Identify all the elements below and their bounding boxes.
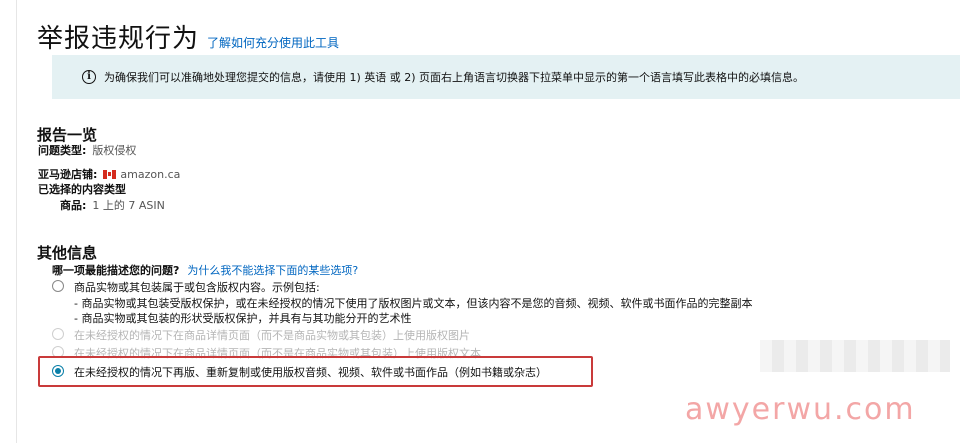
why-link[interactable]: 为什么我不能选择下面的某些选项?: [187, 264, 358, 277]
option-1-sub-1: - 商品实物或其包装受版权保护，或在未经授权的情况下使用了版权图片或文本，但该内…: [74, 297, 753, 310]
left-divider: [16, 0, 17, 443]
option-1-radio[interactable]: [52, 280, 64, 292]
info-banner-text: 为确保我们可以准确地处理您提交的信息，请使用 1) 英语 或 2) 页面右上角语…: [104, 71, 805, 84]
content-type-label: 已选择的内容类型: [38, 183, 126, 196]
issue-type-label: 问题类型:: [38, 144, 87, 157]
watermark: awyerwu.com: [685, 392, 916, 427]
info-banner: i 为确保我们可以准确地处理您提交的信息，请使用 1) 英语 或 2) 页面右上…: [52, 55, 960, 99]
option-1-sub-2: - 商品实物或其包装的形状受版权保护，并具有与其功能分开的艺术性: [74, 312, 412, 325]
highlight-box: [38, 356, 593, 387]
product-label: 商品:: [60, 199, 87, 212]
canada-flag-icon: [103, 170, 117, 179]
product-value: 1 上的 7 ASIN: [92, 199, 165, 212]
other-info-title: 其他信息: [37, 244, 98, 262]
page-title: 举报违规行为: [37, 24, 200, 54]
product-row: 商品: 1 上的 7 ASIN: [60, 197, 165, 213]
store-label: 亚马逊店铺:: [38, 168, 98, 181]
question-row: 哪一项最能描述您的问题? 为什么我不能选择下面的某些选项?: [52, 262, 358, 278]
report-violation-page: 举报违规行为 了解如何充分使用此工具 i 为确保我们可以准确地处理您提交的信息，…: [0, 0, 960, 443]
option-1-label: 商品实物或其包装属于或包含版权内容。示例包括:: [74, 281, 320, 294]
issue-type-row: 问题类型: 版权侵权: [38, 142, 136, 158]
help-link[interactable]: 了解如何充分使用此工具: [207, 34, 339, 51]
question-label: 哪一项最能描述您的问题?: [52, 264, 180, 277]
store-row: 亚马逊店铺: amazon.ca: [38, 166, 180, 182]
option-2-radio: [52, 328, 64, 340]
blur-mask: [760, 340, 950, 372]
store-value: amazon.ca: [120, 168, 181, 181]
issue-type-value: 版权侵权: [92, 144, 137, 157]
info-icon: i: [82, 70, 96, 84]
page-header: 举报违规行为 了解如何充分使用此工具: [37, 18, 339, 55]
content-type-row: 已选择的内容类型: [38, 181, 126, 197]
option-2-label: 在未经授权的情况下在商品详情页面（而不是商品实物或其包装）上使用版权图片: [74, 329, 470, 342]
